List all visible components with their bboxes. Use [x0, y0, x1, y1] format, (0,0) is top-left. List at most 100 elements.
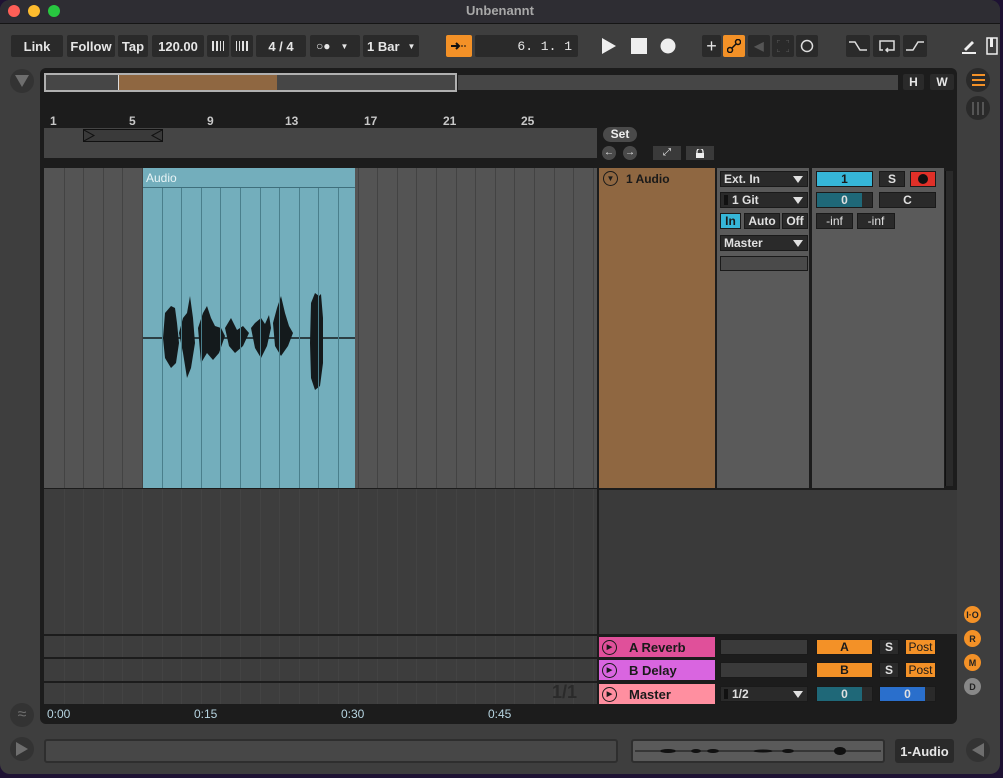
detail-view-toggle[interactable] — [10, 737, 34, 761]
mixer-toggle-button[interactable]: M — [964, 654, 981, 671]
grid-line — [416, 659, 418, 681]
lock-button[interactable] — [686, 146, 714, 160]
grid-line — [220, 683, 222, 704]
record-button[interactable] — [656, 35, 680, 57]
clip-overview[interactable] — [631, 739, 885, 763]
detail-collapse-toggle[interactable] — [966, 738, 990, 762]
track-activator-button[interactable]: 1 — [816, 171, 873, 187]
monitor-auto-button[interactable]: Auto — [744, 213, 780, 229]
expand-icon[interactable]: ⤢ — [653, 146, 681, 160]
master-volume-field[interactable]: 0 — [816, 686, 873, 702]
session-view-button[interactable] — [966, 96, 990, 120]
follow-arrangement-icon[interactable] — [446, 35, 472, 57]
arrangement-overview[interactable] — [44, 73, 457, 92]
draw-mode-button[interactable] — [958, 35, 980, 57]
output-channel-field[interactable] — [720, 256, 808, 271]
browser-toggle-button[interactable] — [10, 69, 34, 93]
overdub-button[interactable]: + — [702, 35, 721, 57]
return-b-post-button[interactable]: Post — [905, 662, 936, 678]
session-record-button[interactable] — [796, 35, 818, 57]
master-lane[interactable] — [44, 683, 597, 704]
output-dropdown[interactable]: Master — [720, 235, 808, 251]
volume-field[interactable]: 0 — [816, 192, 873, 208]
solo-button[interactable]: S — [879, 171, 905, 187]
punch-out-button[interactable] — [903, 35, 927, 57]
grid-line — [83, 659, 85, 681]
grid-line — [102, 659, 104, 681]
loop-button[interactable] — [873, 35, 900, 57]
delay-toggle-button[interactable]: D — [964, 678, 981, 695]
grid-line — [514, 168, 516, 488]
input-channel-dropdown[interactable]: 1 Git — [720, 192, 808, 208]
return-lane-b[interactable] — [44, 659, 597, 681]
track-drop-area[interactable] — [599, 490, 957, 634]
selected-track-label: 1-Audio — [895, 739, 954, 763]
grid-line — [534, 683, 535, 704]
master-track-header[interactable]: ▶ Master — [599, 684, 715, 704]
return-a-post-button[interactable]: Post — [905, 639, 936, 655]
time-signature-field[interactable]: 4 / 4 — [256, 35, 306, 57]
quantization-dropdown[interactable]: 1 Bar ▼ — [363, 35, 419, 57]
return-b-solo[interactable]: S — [879, 662, 899, 678]
input-type-dropdown[interactable]: Ext. In — [720, 171, 808, 187]
groove-pool-icon[interactable]: ≈ — [10, 703, 34, 727]
automation-arm-button[interactable] — [723, 35, 745, 57]
audio-clip[interactable]: Audio — [143, 168, 355, 488]
return-a-io-field[interactable] — [720, 639, 808, 655]
grid-line — [592, 636, 594, 657]
input-type-value: Ext. In — [724, 172, 761, 186]
return-b-activator[interactable]: B — [816, 662, 873, 678]
nudge-up-icon[interactable] — [231, 35, 253, 57]
grid-line — [318, 188, 320, 488]
return-b-io-field[interactable] — [720, 662, 808, 678]
return-lane-a[interactable] — [44, 636, 597, 657]
loop-brace[interactable] — [83, 129, 163, 142]
stop-button[interactable] — [627, 35, 651, 57]
record-icon — [660, 38, 676, 54]
track-header-audio[interactable]: ▼ 1 Audio — [599, 168, 715, 488]
fold-track-icon[interactable]: ▼ — [603, 171, 618, 186]
grid-line — [220, 489, 222, 634]
arrangement-view-button[interactable] — [966, 68, 990, 92]
arm-button[interactable] — [910, 171, 936, 187]
tempo-field[interactable]: 120.00 — [152, 35, 204, 57]
grid-line — [122, 636, 124, 657]
set-button[interactable]: Set — [603, 127, 637, 142]
returns-toggle-button[interactable]: R — [964, 630, 981, 647]
nudge-down-icon[interactable] — [207, 35, 229, 57]
follow-button[interactable]: Follow — [67, 35, 115, 57]
play-icon: ▶ — [602, 639, 617, 655]
return-track-a-header[interactable]: ▶ A Reverb — [599, 637, 715, 657]
link-button[interactable]: Link — [11, 35, 63, 57]
punch-in-button[interactable] — [846, 35, 870, 57]
return-track-b-header[interactable]: ▶ B Delay — [599, 660, 715, 680]
optimize-width-button[interactable]: W — [930, 74, 954, 90]
grid-line — [181, 188, 183, 488]
pan-field[interactable]: C — [879, 192, 936, 208]
return-a-activator[interactable]: A — [816, 639, 873, 655]
computer-midi-keyboard-button[interactable] — [984, 35, 1000, 57]
play-button[interactable] — [597, 35, 621, 57]
io-toggle-button[interactable]: I·O — [964, 606, 981, 623]
optimize-height-button[interactable]: H — [903, 74, 924, 90]
arrow-left-icon[interactable]: ← — [602, 146, 616, 160]
app-window: Unbenannt Link Follow Tap 120.00 4 / 4 ○… — [0, 0, 1000, 774]
time-label: 0:15 — [194, 707, 218, 721]
grid-line — [161, 636, 163, 657]
grid-line — [240, 659, 241, 681]
monitor-off-button[interactable]: Off — [782, 213, 808, 229]
song-position-field[interactable]: 6. 1. 1 — [475, 35, 578, 57]
capture-button[interactable] — [772, 35, 794, 57]
empty-drop-area[interactable] — [44, 489, 597, 634]
metronome-button[interactable]: ○● ▼ — [310, 35, 360, 57]
cue-volume-field[interactable]: 0 — [879, 686, 936, 702]
return-a-solo[interactable]: S — [879, 639, 899, 655]
grid-line — [181, 636, 183, 657]
master-output-dropdown[interactable]: 1/2 — [720, 686, 808, 702]
arrow-right-icon[interactable]: → — [623, 146, 637, 160]
loop-bar-lane[interactable] — [44, 128, 597, 158]
grid-line — [279, 188, 281, 488]
tap-tempo-button[interactable]: Tap — [118, 35, 148, 57]
back-to-arrangement-button[interactable]: ◀ — [748, 35, 770, 57]
monitor-in-button[interactable]: In — [720, 213, 741, 229]
